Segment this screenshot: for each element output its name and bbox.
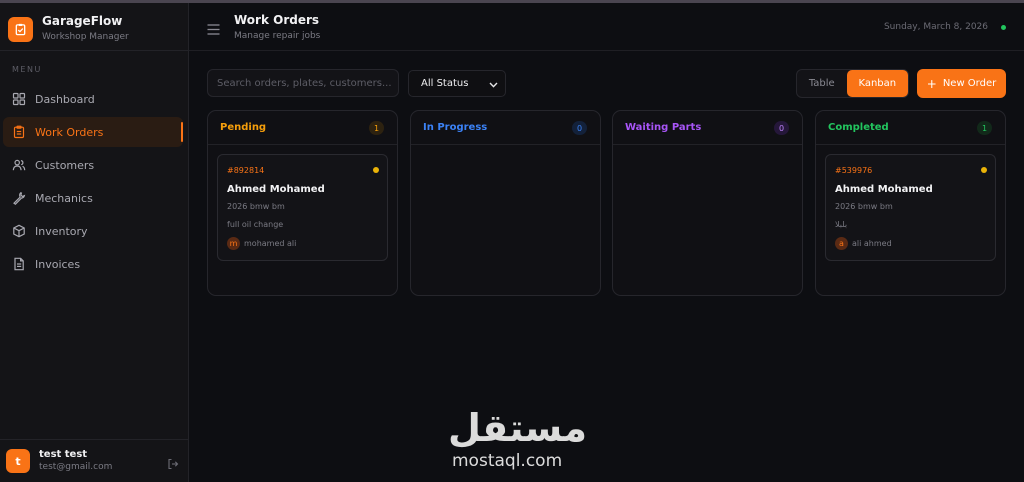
sidebar-divider bbox=[0, 50, 189, 51]
kanban-column-waiting-parts: Waiting Parts 0 bbox=[612, 110, 803, 296]
vehicle-info: 2026 bmw bm bbox=[227, 202, 285, 211]
sidebar-item-mechanics[interactable]: Mechanics bbox=[3, 183, 183, 213]
mechanic-name: ali ahmed bbox=[852, 239, 892, 248]
order-id: #539976 bbox=[835, 166, 873, 175]
file-icon bbox=[11, 256, 27, 272]
assigned-mechanic: m mohamed ali bbox=[227, 237, 296, 250]
kanban-column-pending: Pending 1 #892814 Ahmed Mohamed 2026 bmw… bbox=[207, 110, 398, 296]
column-count-badge: 1 bbox=[369, 121, 384, 135]
status-filter-select[interactable]: All Status bbox=[408, 70, 506, 97]
vehicle-info: 2026 bmw bm bbox=[835, 202, 893, 211]
sidebar-item-dashboard[interactable]: Dashboard bbox=[3, 84, 183, 114]
order-id: #892814 bbox=[227, 166, 265, 175]
wrench-icon bbox=[11, 190, 27, 206]
sidebar-item-label: Work Orders bbox=[35, 125, 104, 139]
brand[interactable]: GarageFlow Workshop Manager bbox=[8, 14, 129, 44]
mechanic-name: mohamed ali bbox=[244, 239, 297, 248]
clipboard-icon bbox=[11, 124, 27, 140]
watermark-arabic: مستقل bbox=[448, 406, 587, 450]
menu-section-label: MENU bbox=[12, 65, 42, 74]
column-count-badge: 1 bbox=[977, 121, 992, 135]
mechanic-avatar: m bbox=[227, 237, 240, 250]
search-input[interactable] bbox=[207, 69, 399, 97]
app-name: GarageFlow bbox=[42, 14, 123, 28]
avatar[interactable]: t bbox=[6, 449, 30, 473]
clipboard-check-icon bbox=[8, 16, 33, 42]
job-description: بلبلا bbox=[835, 220, 848, 229]
user-email: test@gmail.com bbox=[39, 462, 113, 472]
view-toggle: Table Kanban bbox=[796, 69, 909, 98]
job-description: full oil change bbox=[227, 220, 284, 229]
priority-dot bbox=[981, 167, 987, 173]
column-count-badge: 0 bbox=[572, 121, 587, 135]
app-subtitle: Workshop Manager bbox=[42, 32, 129, 42]
assigned-mechanic: a ali ahmed bbox=[835, 237, 892, 250]
chevron-down-icon bbox=[489, 80, 498, 91]
customer-name: Ahmed Mohamed bbox=[835, 184, 933, 195]
sidebar-item-label: Dashboard bbox=[35, 92, 95, 106]
logout-icon[interactable] bbox=[167, 455, 179, 474]
plus-icon: + bbox=[926, 76, 937, 91]
new-order-label: New Order bbox=[942, 78, 997, 89]
column-count-badge: 0 bbox=[774, 121, 789, 135]
kanban-column-in-progress: In Progress 0 bbox=[410, 110, 601, 296]
work-order-card[interactable]: #892814 Ahmed Mohamed 2026 bmw bm full o… bbox=[217, 154, 388, 261]
page-title: Work Orders bbox=[234, 13, 320, 27]
sidebar-item-invoices[interactable]: Invoices bbox=[3, 249, 183, 279]
page-header: Work Orders Manage repair jobs Sunday, M… bbox=[189, 3, 1024, 51]
column-title: In Progress bbox=[423, 122, 488, 133]
status-filter-value: All Status bbox=[421, 78, 469, 89]
sidebar-item-work-orders[interactable]: Work Orders bbox=[3, 117, 183, 147]
sidebar-nav: Dashboard Work Orders Customers Mechanic… bbox=[3, 84, 183, 282]
column-title: Waiting Parts bbox=[625, 122, 702, 133]
sidebar-item-label: Invoices bbox=[35, 257, 81, 271]
hamburger-menu-icon[interactable] bbox=[207, 20, 220, 39]
column-header: Completed 1 bbox=[816, 111, 1005, 145]
sidebar-item-inventory[interactable]: Inventory bbox=[3, 216, 183, 246]
customer-name: Ahmed Mohamed bbox=[227, 184, 325, 195]
page-subtitle: Manage repair jobs bbox=[234, 31, 321, 41]
sidebar-item-label: Mechanics bbox=[35, 191, 93, 205]
sidebar-item-label: Customers bbox=[35, 158, 95, 172]
mechanic-avatar: a bbox=[835, 237, 848, 250]
view-table-button[interactable]: Table bbox=[797, 70, 847, 97]
column-title: Completed bbox=[828, 122, 889, 133]
watermark-latin: mostaql.com bbox=[452, 451, 563, 471]
new-order-button[interactable]: + New Order bbox=[917, 69, 1006, 98]
user-name: test test bbox=[39, 449, 88, 460]
view-kanban-button[interactable]: Kanban bbox=[846, 70, 908, 97]
users-icon bbox=[11, 157, 27, 173]
column-header: Pending 1 bbox=[208, 111, 397, 145]
work-order-card[interactable]: #539976 Ahmed Mohamed 2026 bmw bm بلبلا … bbox=[825, 154, 996, 261]
user-profile: t test test test@gmail.com bbox=[0, 439, 189, 482]
online-status-dot bbox=[1001, 25, 1006, 30]
current-date: Sunday, March 8, 2026 bbox=[883, 22, 988, 32]
kanban-column-completed: Completed 1 #539976 Ahmed Mohamed 2026 b… bbox=[815, 110, 1006, 296]
priority-dot bbox=[373, 167, 379, 173]
column-header: Waiting Parts 0 bbox=[613, 111, 802, 145]
column-title: Pending bbox=[220, 122, 267, 133]
sidebar-item-label: Inventory bbox=[35, 224, 88, 238]
column-header: In Progress 0 bbox=[411, 111, 600, 145]
sidebar-item-customers[interactable]: Customers bbox=[3, 150, 183, 180]
box-icon bbox=[11, 223, 27, 239]
sidebar: GarageFlow Workshop Manager MENU Dashboa… bbox=[0, 3, 189, 482]
grid-icon bbox=[11, 91, 27, 107]
